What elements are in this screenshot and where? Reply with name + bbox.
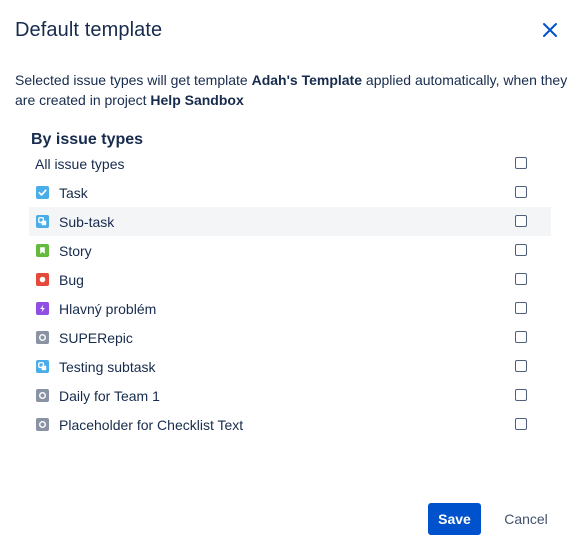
generic-issue-icon [36,418,49,431]
issue-type-checkbox[interactable] [515,244,527,256]
generic-issue-icon [36,389,49,402]
task-icon [36,186,49,199]
story-icon [36,244,49,257]
subtask-icon [36,360,49,373]
issue-type-label: SUPERepic [59,329,133,346]
issue-type-row[interactable]: Story [29,236,551,265]
issue-type-row[interactable]: Task [29,178,551,207]
template-name: Adah's Template [251,72,363,88]
save-button[interactable]: Save [428,503,481,535]
issue-type-row[interactable]: All issue types [29,149,551,178]
issue-type-label: Bug [59,271,84,288]
close-icon [543,23,557,37]
close-button[interactable] [540,20,560,40]
issue-type-label: Task [59,184,88,201]
issue-type-checkbox[interactable] [515,360,527,372]
issue-type-checkbox[interactable] [515,418,527,430]
issue-type-label: All issue types [35,155,125,172]
issue-type-row[interactable]: Testing subtask [29,352,551,381]
dialog-title: Default template [15,19,163,41]
issue-type-label: Daily for Team 1 [59,387,160,404]
issue-type-row[interactable]: Daily for Team 1 [29,381,551,410]
dialog-description: Selected issue types will get template A… [15,70,575,110]
issue-type-list: All issue types Task Sub-task Story Bug Hlavn… [29,149,551,439]
section-heading: By issue types [31,131,144,148]
subtask-icon [36,215,49,228]
issue-type-checkbox[interactable] [515,302,527,314]
issue-type-checkbox[interactable] [515,331,527,343]
issue-type-row[interactable]: Sub-task [29,207,551,236]
issue-type-checkbox[interactable] [515,215,527,227]
cancel-button[interactable]: Cancel [495,503,557,535]
issue-type-label: Story [59,242,92,259]
issue-type-label: Hlavný problém [59,300,157,317]
issue-type-label: Testing subtask [59,358,156,375]
issue-type-row[interactable]: Hlavný problém [29,294,551,323]
issue-type-checkbox[interactable] [515,273,527,285]
generic-issue-icon [36,331,49,344]
description-text: Selected issue types will get template [15,72,252,88]
issue-type-checkbox[interactable] [515,157,527,169]
bug-icon [36,273,49,286]
issue-type-checkbox[interactable] [515,186,527,198]
epic-icon [36,302,49,315]
issue-type-row[interactable]: SUPERepic [29,323,551,352]
issue-type-label: Placeholder for Checklist Text [59,416,244,433]
issue-type-label: Sub-task [59,213,115,230]
issue-type-checkbox[interactable] [515,389,527,401]
project-name: Help Sandbox [150,92,244,108]
issue-type-row[interactable]: Bug [29,265,551,294]
issue-type-row[interactable]: Placeholder for Checklist Text [29,410,551,439]
